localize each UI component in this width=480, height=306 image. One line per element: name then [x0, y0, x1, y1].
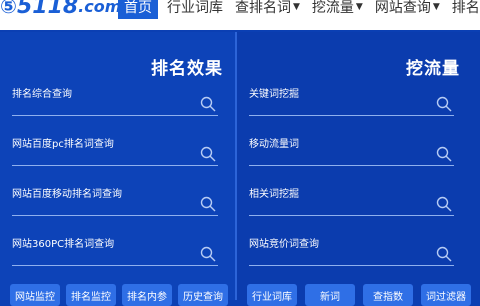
query-label: 网站百度pc排名词查询	[12, 139, 114, 150]
main-nav: 首页 行业词库 查排名词 ▼ 挖流量 ▼ 网站查询 ▼ 排名监控 ▼ 智能	[118, 0, 480, 20]
new-words-button[interactable]: 新词	[305, 284, 355, 306]
query-label: 移动流量词	[249, 139, 299, 150]
search-icon[interactable]	[200, 146, 216, 162]
panel-title: 挖流量	[406, 59, 460, 79]
left-button-row: 网站监控 排名监控 排名内参 历史查询	[10, 284, 228, 306]
nav-item-site-query[interactable]: 网站查询 ▼	[372, 0, 443, 17]
search-icon[interactable]	[436, 196, 452, 212]
site-monitor-button[interactable]: 网站监控	[10, 284, 60, 306]
rank-insider-button[interactable]: 排名内参	[122, 284, 172, 306]
logo-mark: ⑤	[0, 0, 17, 18]
check-index-button[interactable]: 查指数	[363, 284, 413, 306]
query-label: 排名综合查询	[12, 89, 72, 100]
query-field-bidding-words[interactable]: 网站竞价词查询	[249, 235, 454, 266]
ranking-effect-panel: 排名效果 排名综合查询 网站百度pc排名词查询 网站百度移动排名词查询 网站36…	[0, 32, 235, 306]
query-label: 网站百度移动排名词查询	[12, 189, 122, 200]
search-icon[interactable]	[436, 146, 452, 162]
industry-lexicon-button[interactable]: 行业词库	[247, 284, 297, 306]
word-filter-button[interactable]: 词过滤器	[421, 284, 471, 306]
query-field-keyword-mining[interactable]: 关键词挖掘	[249, 85, 454, 116]
nav-item-label: 网站查询	[374, 0, 431, 16]
query-field-baidu-pc[interactable]: 网站百度pc排名词查询	[12, 135, 218, 166]
nav-item-rank-monitor[interactable]: 排名监控 ▼	[449, 0, 480, 17]
right-button-row: 行业词库 新词 查指数 词过滤器	[247, 284, 471, 306]
nav-item-label: 行业词库	[167, 0, 223, 16]
nav-item-label: 查排名词	[235, 0, 291, 16]
top-navigation-bar: ⑤ 5118 .com 首页 行业词库 查排名词 ▼ 挖流量 ▼ 网站查询 ▼ …	[0, 0, 480, 30]
query-field-360-pc[interactable]: 网站360PC排名词查询	[12, 235, 218, 266]
search-icon[interactable]	[200, 246, 216, 262]
logo-suffix: .com	[78, 0, 122, 16]
query-field-related-words[interactable]: 相关词挖掘	[249, 185, 454, 216]
query-label: 网站360PC排名词查询	[12, 239, 115, 250]
nav-item-label: 挖流量	[311, 0, 354, 16]
rank-monitor-button[interactable]: 排名监控	[66, 284, 116, 306]
search-icon[interactable]	[200, 196, 216, 212]
panel-title: 排名效果	[151, 59, 223, 79]
nav-item-home[interactable]: 首页	[118, 0, 158, 19]
search-icon[interactable]	[200, 96, 216, 112]
query-label: 关键词挖掘	[249, 89, 299, 100]
query-field-ranking-overview[interactable]: 排名综合查询	[12, 85, 218, 116]
site-logo[interactable]: ⑤ 5118 .com	[0, 0, 122, 19]
nav-item-label: 首页	[124, 0, 152, 16]
history-query-button[interactable]: 历史查询	[178, 284, 228, 306]
query-field-mobile-traffic[interactable]: 移动流量词	[249, 135, 454, 166]
query-label: 相关词挖掘	[249, 189, 299, 200]
nav-item-traffic-mining[interactable]: 挖流量 ▼	[309, 0, 366, 17]
chevron-down-icon: ▼	[293, 2, 300, 12]
search-icon[interactable]	[436, 96, 452, 112]
traffic-mining-panel: 挖流量 关键词挖掘 移动流量词 相关词挖掘 网站竞价词查询 行业词库 新词 查指…	[237, 32, 480, 306]
logo-text: 5118	[16, 0, 79, 19]
chevron-down-icon: ▼	[355, 2, 363, 12]
search-icon[interactable]	[436, 246, 452, 262]
chevron-down-icon: ▼	[432, 2, 440, 12]
nav-item-label: 排名监控	[451, 0, 480, 16]
query-field-baidu-mobile[interactable]: 网站百度移动排名词查询	[12, 185, 218, 216]
nav-item-industry-lexicon[interactable]: 行业词库	[164, 0, 226, 17]
nav-item-ranking-words[interactable]: 查排名词 ▼	[232, 0, 303, 17]
query-label: 网站竞价词查询	[249, 239, 319, 250]
